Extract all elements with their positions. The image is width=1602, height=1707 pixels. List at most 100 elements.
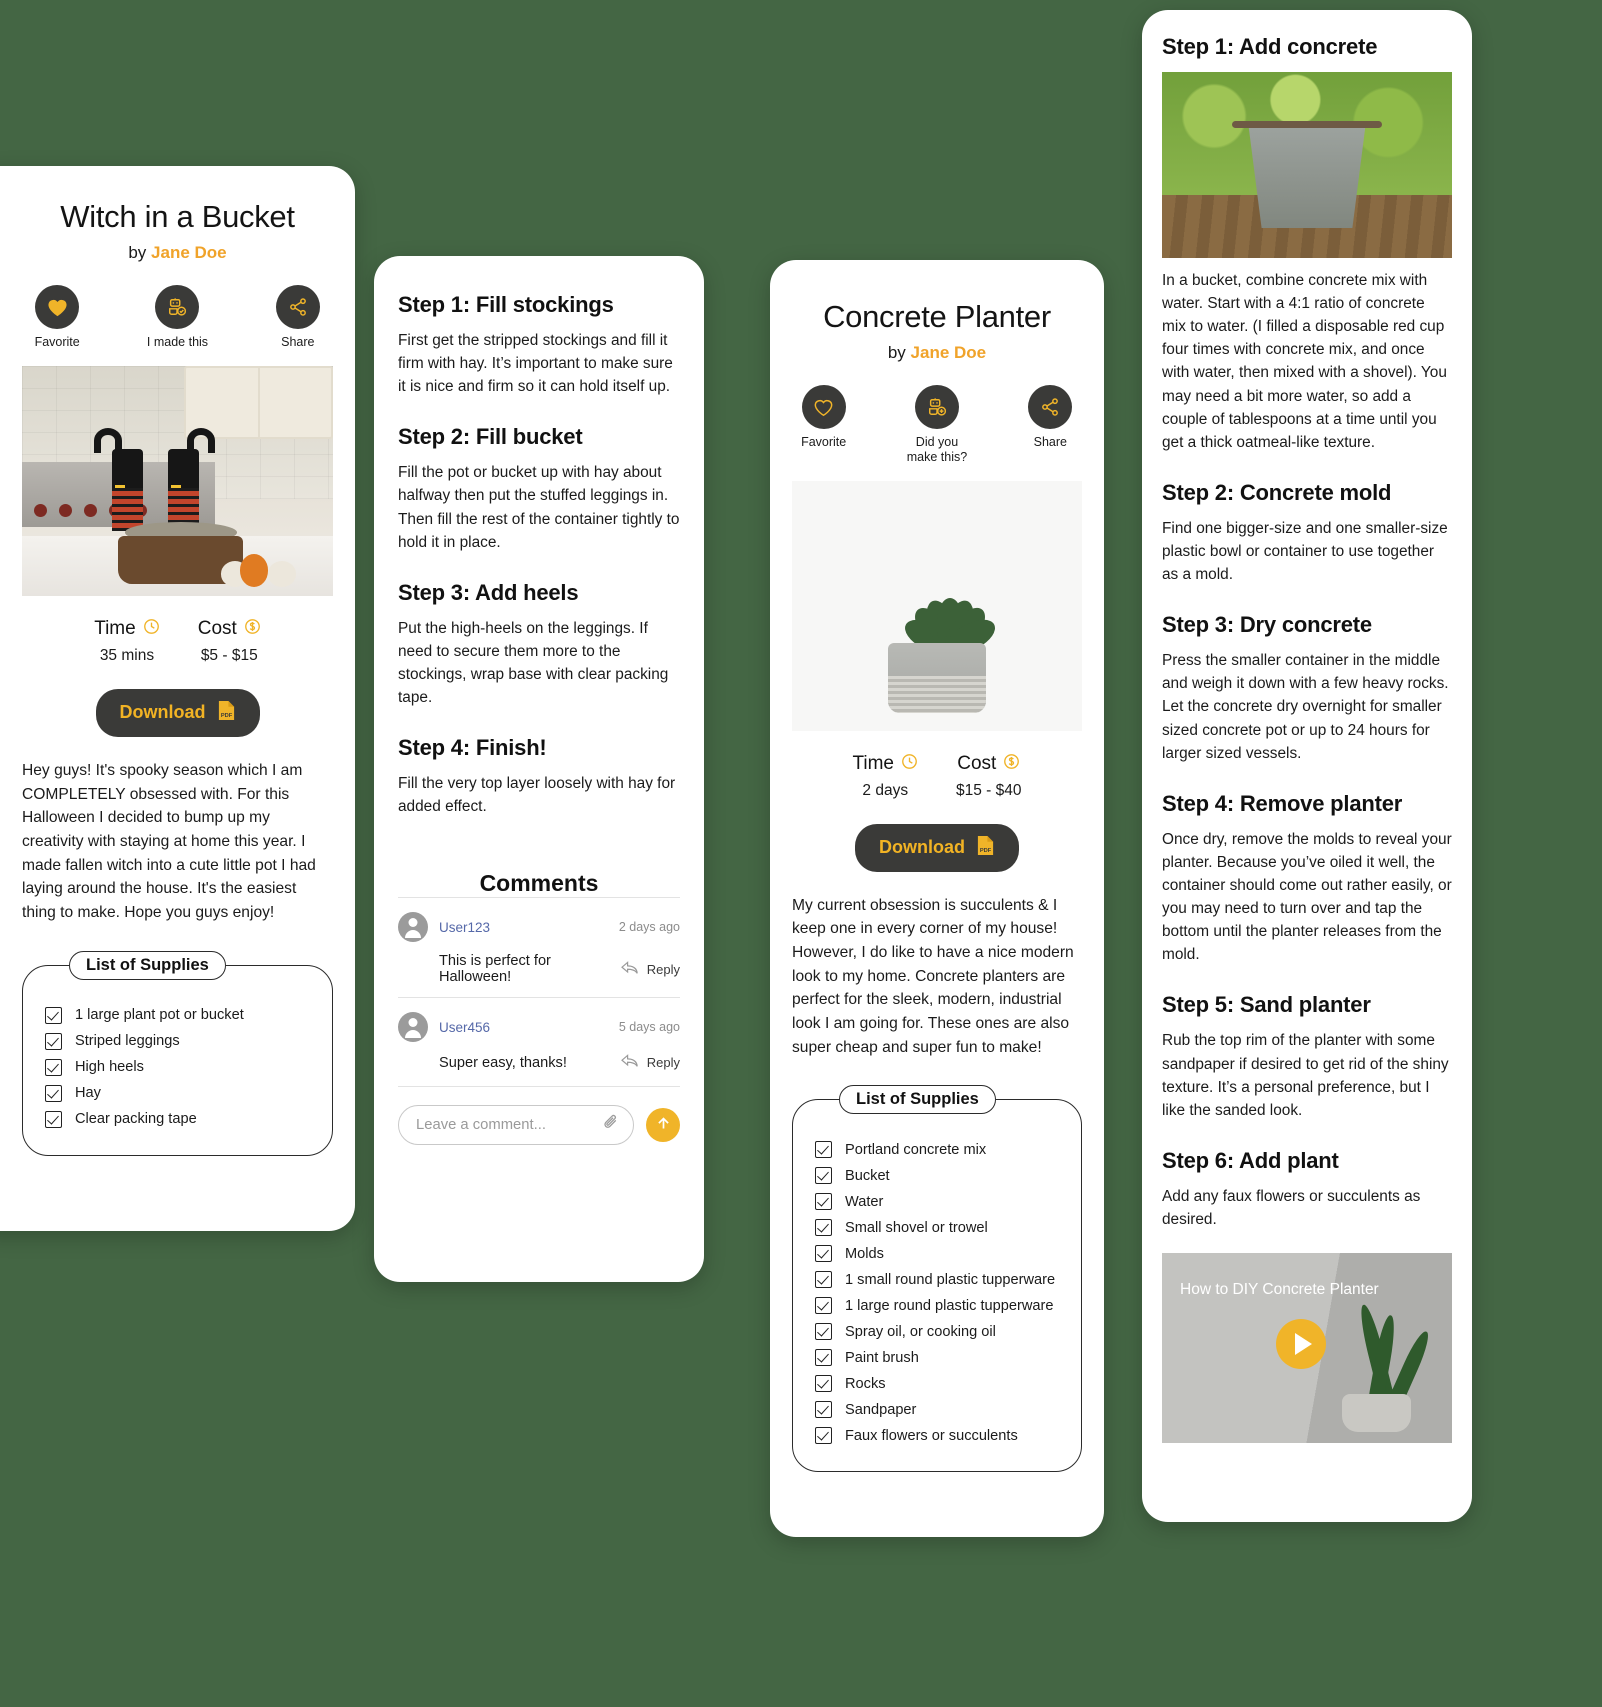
step-heading: Step 1: Fill stockings xyxy=(398,292,614,317)
share-label: Share xyxy=(1033,435,1067,450)
checkbox-icon[interactable] xyxy=(815,1375,832,1393)
list-item[interactable]: Striped leggings xyxy=(45,1032,316,1050)
supplies-title: List of Supplies xyxy=(839,1085,996,1115)
checkbox-icon[interactable] xyxy=(815,1297,832,1315)
comment-input[interactable] xyxy=(398,1105,634,1146)
download-button[interactable]: Download PDF xyxy=(95,688,260,737)
action-buttons: Favorite I made this Share xyxy=(22,285,333,350)
paperclip-icon[interactable] xyxy=(603,1113,620,1137)
step-text: Put the high-heels on the leggings. If n… xyxy=(398,619,669,707)
time-value: 2 days xyxy=(862,781,909,799)
checkbox-icon[interactable] xyxy=(815,1219,832,1237)
supply-label: Rocks xyxy=(845,1375,886,1392)
list-item[interactable]: Rocks xyxy=(815,1375,1065,1393)
supply-label: Spray oil, or cooking oil xyxy=(845,1323,996,1340)
list-item[interactable]: Bucket xyxy=(815,1167,1065,1185)
checkbox-icon[interactable] xyxy=(815,1271,832,1289)
share-button[interactable]: Share xyxy=(263,285,333,350)
time-meta: Time 2 days xyxy=(852,753,918,800)
list-item[interactable]: Hay xyxy=(45,1084,316,1102)
list-item[interactable]: Portland concrete mix xyxy=(815,1141,1065,1159)
step-text: Fill the very top layer loosely with hay… xyxy=(398,775,676,816)
checkbox-icon[interactable] xyxy=(45,1084,62,1102)
step-heading: Step 6: Add plant xyxy=(1162,1147,1339,1173)
step-heading: Step 3: Add heels xyxy=(398,579,579,605)
i-made-this-button[interactable]: I made this xyxy=(142,285,212,350)
comment-username[interactable]: User123 xyxy=(439,920,490,935)
checkbox-icon[interactable] xyxy=(815,1427,832,1445)
cost-meta: Cost $15 - $40 xyxy=(956,753,1022,800)
svg-text:PDF: PDF xyxy=(220,713,232,719)
cost-value: $15 - $40 xyxy=(956,781,1022,799)
author-link[interactable]: Jane Doe xyxy=(151,243,227,262)
checkbox-icon[interactable] xyxy=(45,1058,62,1076)
checkbox-icon[interactable] xyxy=(45,1032,62,1050)
did-you-make-this-button[interactable]: Did you make this? xyxy=(905,385,968,465)
page-title: Concrete Planter xyxy=(823,299,1051,334)
checkbox-icon[interactable] xyxy=(45,1006,62,1024)
favorite-button[interactable]: Favorite xyxy=(22,285,92,350)
byline: by Jane Doe xyxy=(22,243,333,263)
favorite-label: Favorite xyxy=(34,335,80,350)
supplies-list: Portland concrete mix Bucket Water Small… xyxy=(815,1141,1065,1445)
reply-icon xyxy=(620,960,640,979)
share-button[interactable]: Share xyxy=(1019,385,1082,465)
list-item[interactable]: 1 small round plastic tupperware xyxy=(815,1271,1065,1289)
list-item[interactable]: Water xyxy=(815,1193,1065,1211)
list-item[interactable]: Faux flowers or succulents xyxy=(815,1427,1065,1445)
supply-label: High heels xyxy=(75,1059,144,1076)
supply-label: Water xyxy=(845,1193,884,1210)
step-heading: Step 1: Add concrete xyxy=(1162,34,1378,59)
checkbox-icon[interactable] xyxy=(815,1349,832,1367)
project-card-witch: Witch in a Bucket by Jane Doe Favorite I… xyxy=(0,166,355,1231)
steps-section: Step 1: Fill stockings First get the str… xyxy=(398,292,680,818)
video-title: How to DIY Concrete Planter xyxy=(1180,1281,1379,1299)
step-heading: Step 2: Concrete mold xyxy=(1162,479,1392,505)
checkbox-icon[interactable] xyxy=(45,1110,62,1128)
download-button[interactable]: Download PDF xyxy=(855,823,1019,872)
reply-button[interactable]: Reply xyxy=(620,960,680,979)
reply-label: Reply xyxy=(646,1055,680,1071)
play-icon[interactable] xyxy=(1276,1319,1327,1370)
list-item[interactable]: Sandpaper xyxy=(815,1401,1065,1419)
comment-username[interactable]: User456 xyxy=(439,1020,490,1035)
send-comment-button[interactable] xyxy=(646,1108,680,1143)
list-item[interactable]: 1 large plant pot or bucket xyxy=(45,1006,316,1024)
supply-label: 1 large plant pot or bucket xyxy=(75,1007,244,1024)
list-item[interactable]: Small shovel or trowel xyxy=(815,1219,1065,1237)
supply-label: 1 large round plastic tupperware xyxy=(845,1297,1054,1314)
clock-icon xyxy=(143,618,160,641)
byline-label: by xyxy=(887,343,906,363)
list-item[interactable]: 1 large round plastic tupperware xyxy=(815,1297,1065,1315)
comment-timestamp: 5 days ago xyxy=(618,1020,680,1035)
checkbox-icon[interactable] xyxy=(815,1401,832,1419)
supply-label: Sandpaper xyxy=(845,1401,917,1418)
author-link[interactable]: Jane Doe xyxy=(911,343,987,362)
checkbox-icon[interactable] xyxy=(815,1141,832,1159)
dollar-icon xyxy=(1003,753,1020,776)
step-text: First get the stripped stockings and fil… xyxy=(398,332,673,396)
project-description: Hey guys! It's spooky season which I am … xyxy=(22,761,316,921)
time-meta: Time 35 mins xyxy=(94,618,160,665)
list-item[interactable]: High heels xyxy=(45,1058,316,1076)
checkbox-icon[interactable] xyxy=(815,1323,832,1341)
did-you-make-this-label: Did you make this? xyxy=(906,435,968,464)
checkbox-icon[interactable] xyxy=(815,1245,832,1263)
heart-outline-icon xyxy=(801,385,846,430)
list-item[interactable]: Spray oil, or cooking oil xyxy=(815,1323,1065,1341)
checkbox-icon[interactable] xyxy=(815,1167,832,1185)
time-label: Time xyxy=(94,618,136,640)
favorite-button[interactable]: Favorite xyxy=(792,385,855,465)
supply-label: Portland concrete mix xyxy=(845,1141,987,1158)
reply-button[interactable]: Reply xyxy=(620,1053,680,1072)
checkbox-icon[interactable] xyxy=(815,1193,832,1211)
step-text: Rub the top rim of the planter with some… xyxy=(1162,1032,1449,1119)
list-item[interactable]: Clear packing tape xyxy=(45,1110,316,1128)
supply-label: Bucket xyxy=(845,1167,890,1184)
list-item[interactable]: Molds xyxy=(815,1245,1065,1263)
supply-label: Hay xyxy=(75,1085,101,1102)
meta-row: Time 2 days Cost $15 - $40 xyxy=(792,753,1082,800)
comment-text: This is perfect for Halloween! xyxy=(439,953,551,986)
list-item[interactable]: Paint brush xyxy=(815,1349,1065,1367)
video-thumbnail[interactable]: How to DIY Concrete Planter xyxy=(1162,1253,1452,1444)
